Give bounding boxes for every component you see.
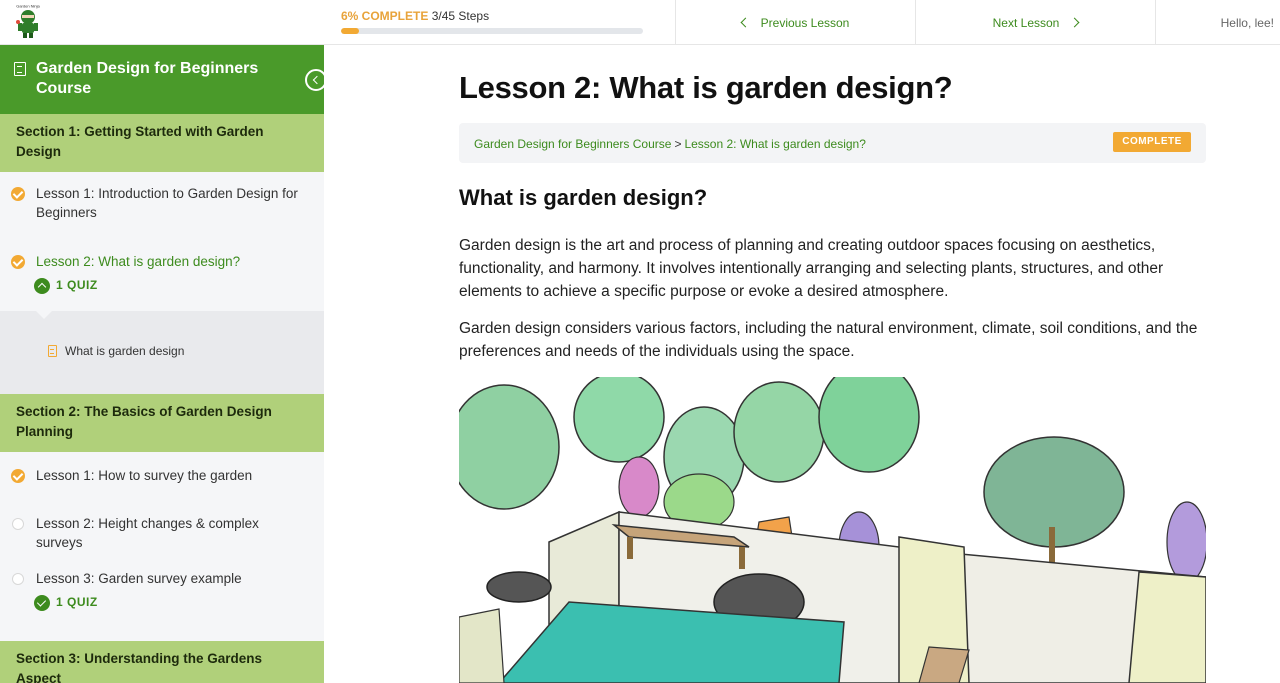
quiz-count: 1 QUIZ [56, 278, 98, 292]
progress-bar-fill [341, 28, 360, 34]
chevron-left-icon [740, 17, 751, 28]
page-title: Lesson 2: What is garden design? [459, 70, 953, 105]
sidebar-lesson-item[interactable]: Lesson 2: Height changes & complex surve… [0, 500, 324, 569]
lesson-label: Lesson 3: Garden survey example [36, 571, 242, 586]
svg-text:Garden Ninja: Garden Ninja [16, 4, 40, 9]
course-title-header[interactable]: Garden Design for Beginners Course [0, 45, 324, 114]
section-header[interactable]: Section 3: Understanding the Gardens Asp… [0, 641, 324, 683]
garden-illustration [459, 377, 1206, 683]
breadcrumb-course-link[interactable]: Garden Design for Beginners Course [474, 137, 671, 151]
course-sidebar: Garden Design for Beginners Course Secti… [0, 45, 324, 683]
top-bar: Garden Ninja 6% COMPLETE 3/45 Steps Prev… [0, 0, 1280, 45]
user-greeting[interactable]: Hello, lee! [1155, 0, 1280, 45]
breadcrumb-separator: > [674, 137, 682, 151]
check-complete-icon [11, 255, 25, 269]
quiz-document-icon [48, 345, 57, 357]
lesson-content: Lesson 2: What is garden design? Garden … [324, 45, 1280, 683]
course-title: Garden Design for Beginners Course [36, 60, 259, 97]
check-incomplete-icon [12, 518, 24, 530]
previous-lesson-label: Previous Lesson [760, 15, 850, 30]
quiz-toggle[interactable]: 1 QUIZ [34, 593, 304, 612]
progress-bar [341, 28, 643, 34]
sidebar-lesson-item[interactable]: Lesson 1: Introduction to Garden Design … [0, 172, 324, 240]
section-header[interactable]: Section 1: Getting Started with Garden D… [0, 114, 324, 172]
progress-percent: 6% COMPLETE [341, 9, 429, 23]
chevron-left-icon [312, 75, 322, 85]
breadcrumb-bar: Garden Design for Beginners Course > Lesso… [459, 123, 1206, 163]
section-title: Section 2: The Basics of Garden Design P… [16, 404, 272, 439]
quiz-list-panel: What is garden design [0, 311, 324, 394]
progress-steps: 3/45 Steps [431, 9, 490, 23]
quiz-count: 1 QUIZ [56, 595, 98, 609]
lesson-label: Lesson 2: Height changes & complex surve… [36, 516, 259, 550]
book-icon [14, 62, 26, 76]
check-complete-icon [11, 187, 25, 201]
sidebar-lesson-item-current[interactable]: Lesson 2: What is garden design? 1 QUIZ [0, 240, 324, 311]
previous-lesson-button[interactable]: Previous Lesson [675, 0, 915, 45]
greeting-text: Hello, lee! [1220, 15, 1274, 30]
paragraph: Garden design is the art and process of … [459, 237, 1164, 300]
lesson-label: Lesson 2: What is garden design? [36, 254, 241, 269]
section-title: Section 3: Understanding the Gardens Asp… [16, 651, 263, 683]
garden-ninja-logo[interactable]: Garden Ninja [10, 3, 46, 39]
check-complete-icon [11, 469, 25, 483]
section-header[interactable]: Section 2: The Basics of Garden Design P… [0, 394, 324, 452]
lesson-label: Lesson 1: How to survey the garden [36, 468, 253, 483]
next-lesson-label: Next Lesson [992, 15, 1060, 30]
quiz-toggle[interactable]: 1 QUIZ [34, 276, 304, 295]
breadcrumb: Garden Design for Beginners Course > Lesso… [474, 137, 866, 151]
next-lesson-button[interactable]: Next Lesson [915, 0, 1155, 45]
paragraph: Garden design considers various factors,… [459, 320, 1198, 360]
breadcrumb-lesson-link[interactable]: Lesson 2: What is garden design? [684, 137, 865, 151]
section-title: Section 1: Getting Started with Garden D… [16, 124, 264, 159]
status-badge: COMPLETE [1113, 132, 1191, 152]
quiz-item[interactable]: What is garden design [48, 344, 184, 358]
check-incomplete-icon [12, 573, 24, 585]
quiz-item-label: What is garden design [65, 344, 185, 358]
chevron-up-icon [34, 277, 50, 294]
lesson-label: Lesson 1: Introduction to Garden Design … [36, 186, 298, 220]
course-progress: 6% COMPLETE 3/45 Steps [341, 9, 643, 34]
check-circle-icon [34, 594, 50, 611]
collapse-sidebar-button[interactable] [305, 69, 324, 91]
section-heading: What is garden design? [459, 185, 708, 210]
sidebar-lesson-item[interactable]: Lesson 1: How to survey the garden [0, 452, 324, 500]
chevron-right-icon [1069, 17, 1080, 28]
sidebar-lesson-item[interactable]: Lesson 3: Garden survey example 1 QUIZ [0, 569, 324, 641]
